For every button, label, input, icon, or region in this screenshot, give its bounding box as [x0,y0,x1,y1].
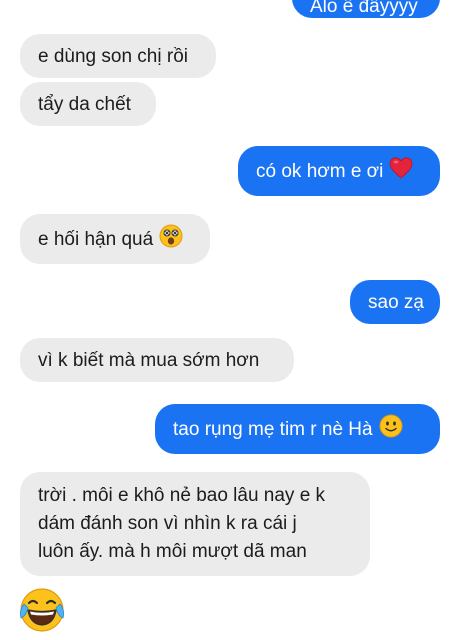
slightly-smiling-face-icon [379,414,403,445]
astonished-face-icon [159,224,183,255]
message-bubble-incoming[interactable]: e hối hận quá [20,214,210,264]
message-line: luôn ấy. mà h môi mượt dã man [38,541,307,562]
message-text: tao rụng mẹ tim r nè Hà [173,418,373,440]
message-bubble-incoming[interactable]: e dùng son chị rồi [20,34,216,78]
message-bubble-incoming[interactable]: trời . môi e khô nẻ bao lâu nay e k dám … [20,472,370,576]
red-heart-icon [389,156,413,186]
message-bubble-outgoing[interactable]: sao zạ [350,280,440,324]
message-text: e dùng son chị rồi [38,45,188,67]
message-text: tẩy da chết [38,93,131,115]
message-text: sao zạ [368,291,424,313]
face-with-tears-of-joy-icon[interactable] [18,586,66,634]
message-text: có ok hơm e ơi [256,160,384,182]
message-bubble-incoming[interactable]: vì k biết mà mua sớm hơn [20,338,294,382]
message-line: trời . môi e khô nẻ bao lâu nay e k [38,485,326,506]
message-text: e hối hận quá [38,228,154,250]
message-bubble-incoming[interactable]: tẩy da chết [20,82,156,126]
message-line: dám đánh son vì nhìn k ra cái j [38,513,297,534]
message-text: vì k biết mà mua sớm hơn [38,349,260,371]
message-bubble-outgoing[interactable]: có ok hơm e ơi [238,146,440,196]
message-bubble-outgoing[interactable]: tao rụng mẹ tim r nè Hà [155,404,440,454]
message-bubble-outgoing[interactable]: Alo ê đâyyyy [292,0,440,18]
message-text: Alo ê đâyyyy [310,0,418,17]
